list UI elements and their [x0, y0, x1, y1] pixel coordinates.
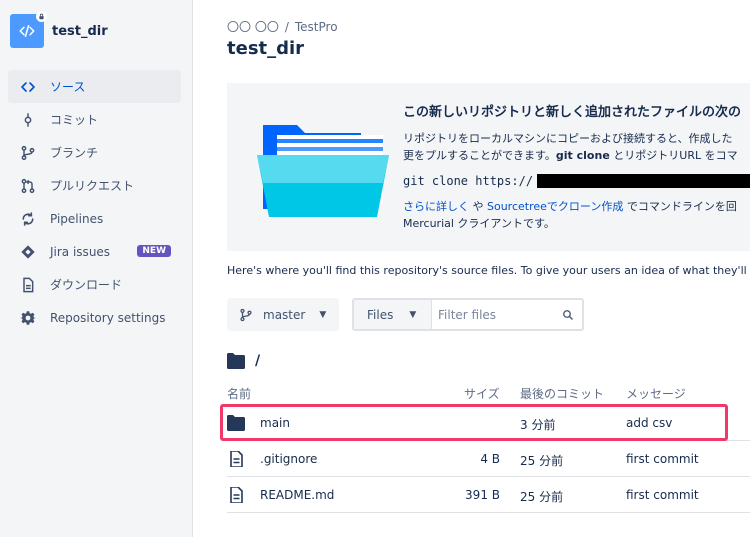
clone-info-text-span: 更をプルすることができます。	[403, 149, 556, 162]
branch-icon	[240, 308, 252, 321]
file-table-header: 名前 サイズ 最後のコミット メッセージ	[227, 385, 750, 403]
column-header-message[interactable]: メッセージ	[626, 385, 686, 402]
clone-info-line: 更をプルすることができます。git clone とリポジトリURL をコマ	[403, 147, 750, 164]
commit-message[interactable]: first commit	[626, 452, 699, 466]
clone-info-paragraph: リポジトリをローカルマシンにコピーおよび接続すると、作成した 更をプルすることが…	[403, 130, 750, 164]
current-path: /	[227, 353, 260, 369]
path-text: /	[255, 353, 261, 369]
sidebar-item-pull-requests[interactable]: プルリクエスト	[8, 169, 181, 202]
file-filter-group: Files ▼	[352, 298, 584, 331]
repo-header[interactable]: test_dir	[10, 11, 108, 48]
filter-files-input[interactable]	[438, 307, 558, 322]
branch-name: master	[263, 307, 306, 322]
file-icon	[230, 451, 243, 467]
sidebar-item-label: プルリクエスト	[50, 179, 135, 193]
sidebar-item-label: Repository settings	[50, 310, 166, 325]
file-size: 4 B	[480, 452, 500, 466]
sidebar-item-source[interactable]: ソース	[8, 70, 181, 103]
file-name-link[interactable]: .gitignore	[260, 452, 317, 466]
last-commit-time: 25 分前	[520, 490, 564, 504]
source-description: Here's where you'll find this repository…	[227, 264, 750, 277]
branch-icon	[20, 145, 36, 161]
breadcrumb-project[interactable]: TestPro	[295, 20, 338, 34]
main-content: 〇〇 〇〇 / TestPro test_dir この新しいリポジトリと新しく追加さ…	[227, 0, 750, 537]
breadcrumb-workspace[interactable]: 〇〇 〇〇	[227, 20, 279, 34]
clone-info-line: さらに詳しく や Sourcetreeでクローン作成 でコマンドラインを回	[403, 198, 750, 215]
sidebar-item-label: ダウンロード	[50, 278, 123, 292]
clone-info-text-span: でコマンドラインを回	[623, 200, 737, 213]
sidebar-nav: ソース コミット ブランチ プルリクエスト Pipelines Jira iss…	[8, 70, 181, 334]
sidebar-item-label: Jira issues	[50, 244, 111, 259]
sidebar-item-repository-settings[interactable]: Repository settings	[8, 301, 181, 334]
folder-illustration-icon	[257, 125, 389, 217]
file-icon	[230, 487, 243, 503]
files-dropdown[interactable]: Files ▼	[354, 300, 432, 329]
code-icon	[20, 79, 36, 95]
jira-icon	[20, 244, 36, 260]
chevron-down-icon: ▼	[319, 309, 327, 320]
sidebar-item-branches[interactable]: ブランチ	[8, 136, 181, 169]
folder-icon	[227, 353, 245, 369]
table-row[interactable]: README.md 391 B 25 分前 first commit	[227, 478, 750, 513]
repo-name: test_dir	[52, 23, 108, 39]
clone-info-title: この新しいリポジトリと新しく追加されたファイルの次の	[403, 105, 742, 120]
column-header-size[interactable]: サイズ	[464, 385, 500, 402]
branch-selector[interactable]: master ▼	[227, 298, 339, 331]
column-header-name[interactable]: 名前	[227, 385, 251, 402]
sidebar: test_dir ソース コミット ブランチ プルリクエスト Pipelines…	[0, 0, 193, 537]
commit-icon	[20, 112, 36, 128]
lock-icon	[36, 11, 47, 22]
clone-info-text-span: や	[469, 200, 487, 213]
gear-icon	[20, 310, 36, 326]
table-row[interactable]: .gitignore 4 B 25 分前 first commit	[227, 442, 750, 477]
sidebar-item-label: ソース	[50, 80, 86, 94]
sidebar-item-label: Pipelines	[50, 211, 104, 226]
clone-info-paragraph-2: さらに詳しく や Sourcetreeでクローン作成 でコマンドラインを回 Me…	[403, 198, 750, 232]
file-size: 391 B	[465, 488, 500, 502]
new-badge: NEW	[137, 245, 171, 257]
search-icon[interactable]	[562, 309, 574, 321]
clone-info-line: Mercurial クライアントです。	[403, 217, 555, 230]
sidebar-item-downloads[interactable]: ダウンロード	[8, 268, 181, 301]
git-clone-emphasis: git clone	[555, 149, 610, 162]
code-icon	[19, 25, 35, 37]
breadcrumb: 〇〇 〇〇 / TestPro	[227, 18, 338, 35]
clone-info-text-span: とリポジトリURL をコマ	[613, 149, 738, 162]
sidebar-item-jira-issues[interactable]: Jira issues NEW	[8, 235, 181, 268]
file-name-link[interactable]: README.md	[260, 488, 334, 502]
git-clone-command[interactable]: git clone https://	[403, 174, 750, 188]
download-icon	[20, 277, 36, 293]
pipelines-icon	[20, 211, 36, 227]
repo-avatar	[10, 11, 47, 48]
highlight-annotation-box	[220, 404, 728, 441]
learn-more-link[interactable]: さらに詳しく	[403, 200, 469, 213]
files-dropdown-label: Files	[367, 307, 394, 322]
clone-info-panel: この新しいリポジトリと新しく追加されたファイルの次の リポジトリをローカルマシン…	[227, 83, 750, 251]
sourcetree-clone-link[interactable]: Sourcetreeでクローン作成	[487, 200, 623, 213]
breadcrumb-separator: /	[284, 20, 289, 34]
last-commit-time: 25 分前	[520, 454, 564, 468]
clone-info-line: リポジトリをローカルマシンにコピーおよび接続すると、作成した	[403, 132, 733, 145]
sidebar-item-label: ブランチ	[50, 146, 99, 160]
column-header-last-commit[interactable]: 最後のコミット	[520, 385, 604, 402]
git-clone-command-text: git clone https://	[403, 174, 534, 188]
page-title: test_dir	[227, 38, 305, 59]
commit-message[interactable]: first commit	[626, 488, 699, 502]
chevron-down-icon: ▼	[409, 309, 417, 320]
redacted-url	[537, 174, 750, 188]
sidebar-item-pipelines[interactable]: Pipelines	[8, 202, 181, 235]
clone-info-text: この新しいリポジトリと新しく追加されたファイルの次の リポジトリをローカルマシン…	[403, 101, 750, 232]
pull-request-icon	[20, 178, 36, 194]
sidebar-item-commits[interactable]: コミット	[8, 103, 181, 136]
sidebar-item-label: コミット	[50, 113, 99, 127]
